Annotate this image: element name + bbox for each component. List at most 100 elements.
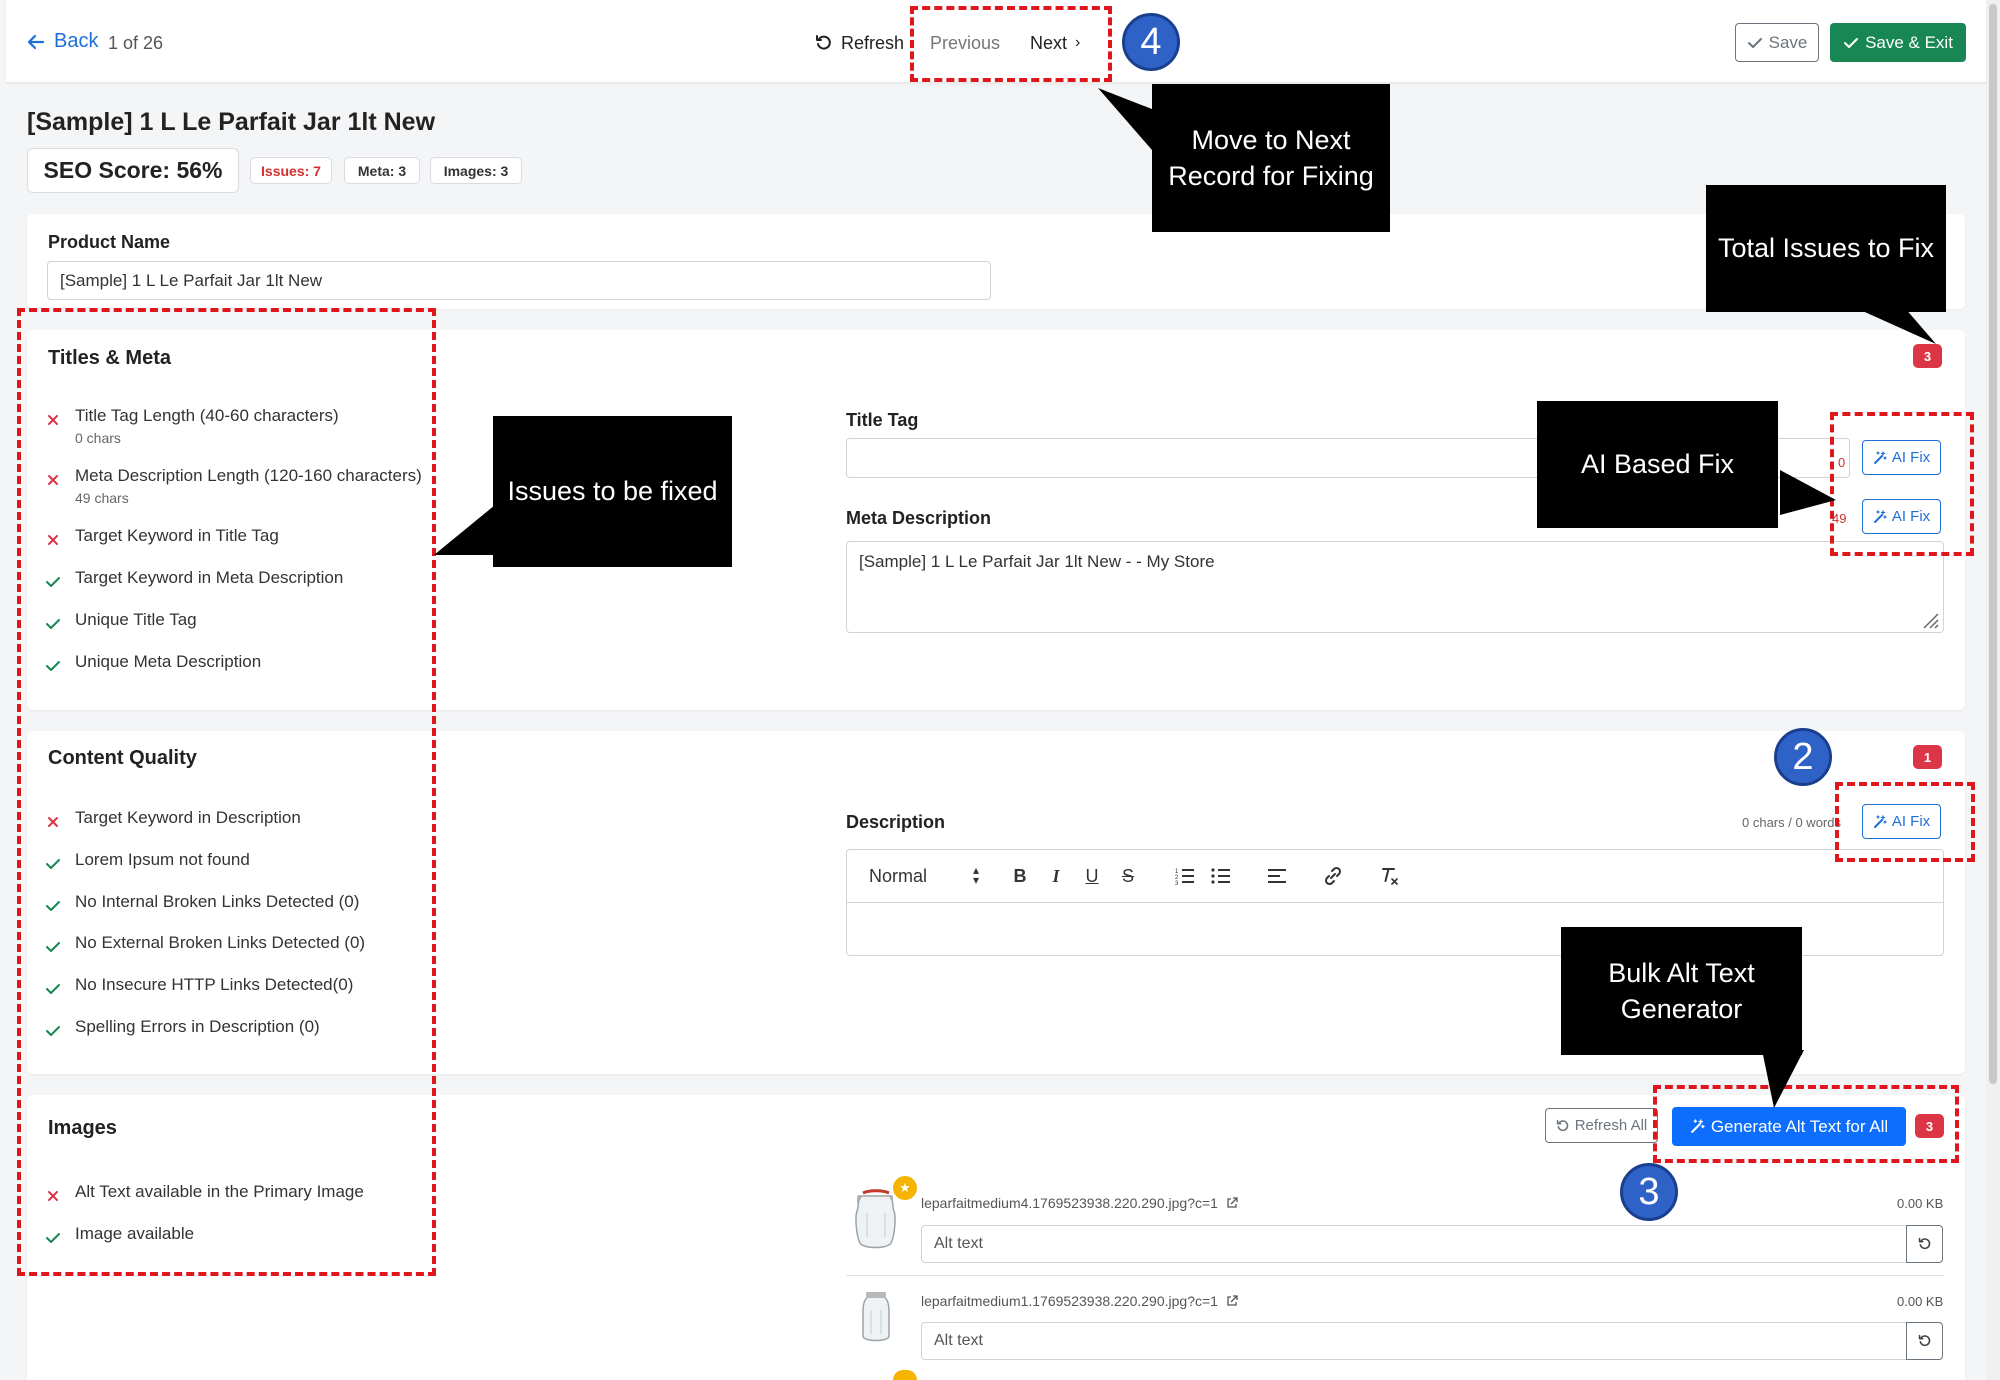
x-icon (45, 1188, 61, 1204)
images-heading: Images (48, 1117, 117, 1139)
rotate-left-icon (816, 35, 831, 50)
refresh-label: Refresh (841, 32, 905, 53)
previous-button[interactable]: Previous (920, 24, 1011, 62)
back-link[interactable]: Back (26, 30, 98, 53)
check-primary-alt-text: Alt Text available in the Primary Image (45, 1182, 364, 1204)
ai-fix-title-button[interactable]: AI Fix (1862, 440, 1941, 475)
rotate-left-icon (1918, 1334, 1930, 1347)
check-external-links: No External Broken Links Detected (0) (45, 933, 365, 955)
check-text: Spelling Errors in Description (0) (75, 1017, 320, 1036)
check-icon (45, 1230, 61, 1246)
format-select-value: Normal (869, 865, 928, 886)
refresh-all-button[interactable]: Refresh All (1545, 1108, 1658, 1143)
check-icon (1747, 37, 1762, 48)
check-subtext: 0 chars (75, 430, 121, 446)
rotate-left-icon (1918, 1237, 1930, 1250)
chevron-right-icon: › (1075, 34, 1081, 51)
next-button[interactable]: Next › (1020, 24, 1091, 62)
ai-fix-meta-button[interactable]: AI Fix (1862, 499, 1941, 534)
seo-score: SEO Score: 56% (27, 148, 239, 193)
x-icon (45, 472, 61, 488)
check-keyword-title: Target Keyword in Title Tag (45, 526, 279, 548)
ai-fix-label: AI Fix (1891, 449, 1931, 466)
meta-description-value: [Sample] 1 L Le Parfait Jar 1lt New - - … (859, 552, 1215, 571)
bold-button[interactable]: B (1009, 863, 1031, 889)
save-exit-button[interactable]: Save & Exit (1830, 23, 1966, 62)
product-image-thumbnail[interactable] (858, 1290, 894, 1346)
strike-button[interactable]: S (1117, 863, 1139, 889)
titles-meta-issue-badge: 3 (1913, 344, 1942, 368)
ai-fix-description-button[interactable]: AI Fix (1862, 804, 1941, 839)
alt-text-input[interactable]: Alt text (921, 1225, 1906, 1263)
meta-description-label: Meta Description (846, 508, 992, 528)
alt-text-placeholder: Alt text (934, 1332, 983, 1349)
format-select[interactable]: Normal ▴ ▾ (869, 863, 979, 889)
check-image-available: Image available (45, 1224, 194, 1246)
ai-fix-label: AI Fix (1891, 508, 1931, 525)
check-icon (1844, 37, 1859, 48)
callout-issues-to-fix: Issues to be fixed (493, 416, 732, 567)
issues-pill: Issues: 7 (250, 157, 332, 184)
bullet-list-icon[interactable] (1209, 863, 1233, 889)
underline-button[interactable]: U (1081, 863, 1103, 889)
page-title: [Sample] 1 L Le Parfait Jar 1lt New (27, 108, 436, 136)
check-text: Image available (75, 1224, 195, 1243)
alt-text-input[interactable]: Alt text (921, 1322, 1906, 1360)
content-quality-heading: Content Quality (48, 747, 197, 769)
image-size: 0.00 KB (1897, 1196, 1944, 1211)
rotate-left-icon (1556, 1119, 1569, 1131)
check-spelling-errors: Spelling Errors in Description (0) (45, 1017, 320, 1039)
x-icon (45, 412, 61, 428)
generate-alt-text-button[interactable]: Generate Alt Text for All (1672, 1107, 1906, 1146)
check-text: Unique Title Tag (75, 610, 197, 629)
ordered-list-icon[interactable]: 123 (1173, 863, 1197, 889)
previous-label: Previous (930, 32, 1001, 53)
image-filename[interactable]: leparfaitmedium4.1769523938.220.290.jpg?… (921, 1195, 1238, 1211)
meta-description-textarea[interactable]: [Sample] 1 L Le Parfait Jar 1lt New - - … (846, 541, 1944, 633)
resize-handle-icon[interactable] (1918, 608, 1940, 630)
title-tag-label: Title Tag (846, 410, 919, 430)
magic-wand-icon (1873, 814, 1887, 828)
alt-text-reset-button[interactable] (1906, 1322, 1943, 1360)
description-counter: 0 chars / 0 words (1742, 815, 1841, 830)
check-keyword-meta: Target Keyword in Meta Description (45, 568, 343, 590)
callout-bulk-alt: Bulk Alt Text Generator (1561, 927, 1802, 1055)
italic-button[interactable]: I (1045, 863, 1067, 889)
image-size: 0.00 KB (1897, 1294, 1944, 1309)
images-pill: Images: 3 (430, 157, 522, 184)
ai-fix-label: AI Fix (1891, 813, 1931, 830)
check-icon (45, 616, 61, 632)
refresh-all-label: Refresh All (1574, 1117, 1648, 1134)
link-icon[interactable] (1321, 863, 1345, 889)
callout-total-issues: Total Issues to Fix (1706, 185, 1946, 312)
check-icon (45, 939, 61, 955)
images-issue-badge: 3 (1915, 1114, 1944, 1138)
product-name-input[interactable]: [Sample] 1 L Le Parfait Jar 1lt New (47, 261, 991, 300)
align-icon[interactable] (1265, 863, 1289, 889)
check-icon (45, 856, 61, 872)
check-lorem-ipsum: Lorem Ipsum not found (45, 850, 250, 872)
generate-alt-text-label: Generate Alt Text for All (1710, 1116, 1889, 1136)
check-unique-title: Unique Title Tag (45, 610, 197, 632)
check-meta-desc-length: Meta Description Length (120-160 charact… (45, 466, 422, 506)
scrollbar-thumb[interactable] (1989, 4, 1997, 1084)
refresh-button[interactable]: Refresh (805, 24, 915, 62)
check-title-tag-length: Title Tag Length (40-60 characters) 0 cha… (45, 406, 339, 446)
check-text: No External Broken Links Detected (0) (75, 933, 366, 952)
step-marker-2: 2 (1774, 728, 1832, 786)
title-tag-char-count: 0 (1838, 455, 1846, 470)
save-label: Save (1768, 32, 1808, 52)
star-icon: ★ (893, 1176, 917, 1200)
clear-format-icon[interactable] (1377, 863, 1401, 889)
check-insecure-links: No Insecure HTTP Links Detected(0) (45, 975, 353, 997)
external-link-icon (1227, 1295, 1238, 1306)
titles-meta-heading: Titles & Meta (48, 347, 171, 369)
callout-ai-fix: AI Based Fix (1537, 401, 1778, 528)
alt-text-reset-button[interactable] (1906, 1225, 1943, 1263)
check-text: Title Tag Length (40-60 characters) (75, 406, 339, 425)
image-filename[interactable]: leparfaitmedium1.1769523938.220.290.jpg?… (921, 1293, 1238, 1309)
check-internal-links: No Internal Broken Links Detected (0) (45, 892, 359, 914)
save-button[interactable]: Save (1735, 23, 1819, 62)
external-link-icon (1227, 1197, 1238, 1208)
check-text: Target Keyword in Meta Description (75, 568, 344, 587)
